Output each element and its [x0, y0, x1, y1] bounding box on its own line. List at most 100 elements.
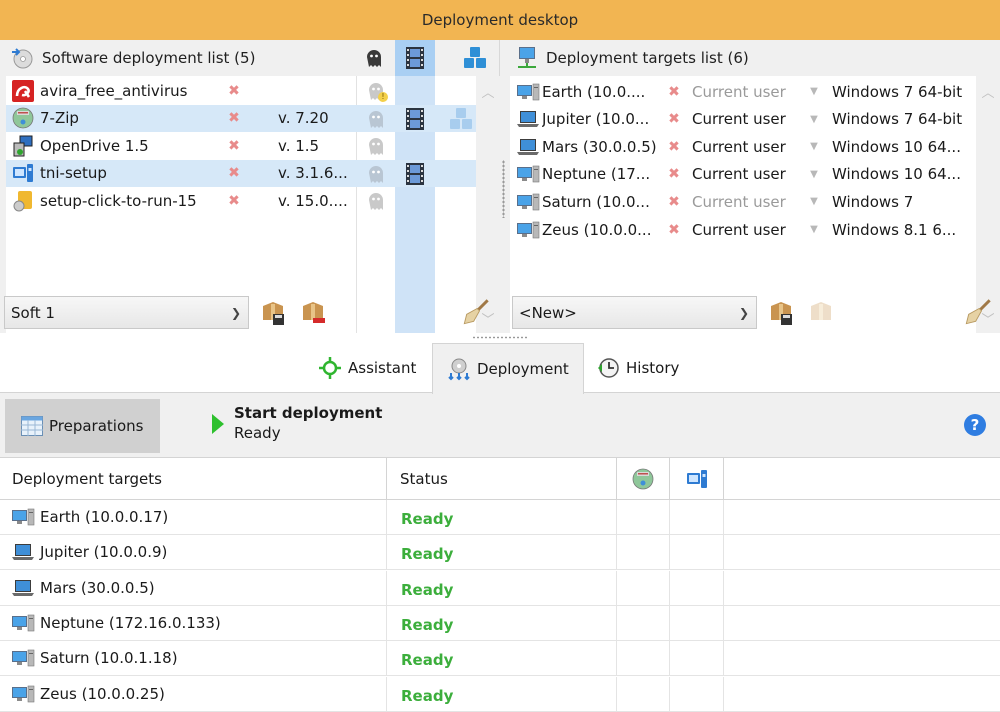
remove-icon[interactable]: ✖	[222, 138, 246, 154]
network-computer-icon	[516, 46, 538, 70]
target-user-select[interactable]: Current user	[692, 83, 800, 101]
remove-icon[interactable]: ✖	[660, 139, 688, 155]
remove-icon[interactable]: ✖	[660, 222, 688, 238]
target-list-item[interactable]: Jupiter (10.0... ✖ Current user ▼ Windows 7 …	[510, 106, 976, 133]
dropdown-arrow-icon[interactable]: ▼	[800, 86, 828, 97]
chevron-down-icon: ❯	[738, 305, 750, 320]
desktop-icon	[516, 192, 540, 212]
cubes-column-header[interactable]	[455, 40, 495, 76]
grid-row[interactable]: Earth (10.0.0.17) Ready	[0, 500, 1000, 535]
target-cell: Saturn (10.0.1.18)	[0, 641, 387, 676]
tab-deployment[interactable]: Deployment	[432, 343, 584, 394]
dropdown-arrow-icon[interactable]: ▼	[800, 114, 828, 125]
remove-icon[interactable]: ✖	[222, 193, 246, 209]
dropdown-arrow-icon[interactable]: ▼	[800, 196, 828, 207]
remove-icon[interactable]: ✖	[660, 166, 688, 182]
ghost-icon[interactable]	[366, 108, 386, 130]
film-toggle[interactable]	[405, 162, 425, 190]
clear-targets-list-button[interactable]	[964, 298, 994, 328]
column-header-targets-label: Deployment targets	[12, 469, 162, 488]
ghost-icon[interactable]	[366, 163, 386, 185]
cubes-toggle[interactable]	[449, 107, 473, 135]
column-header-targets[interactable]: Deployment targets	[0, 458, 387, 499]
ghost-icon[interactable]	[366, 190, 386, 212]
software-list-item[interactable]: setup-click-to-run-15 ✖ v. 15.0....	[6, 187, 476, 214]
dropdown-arrow-icon[interactable]: ▼	[800, 169, 828, 180]
preparations-label: Preparations	[49, 417, 144, 435]
dropdown-arrow-icon[interactable]: ▼	[800, 224, 828, 235]
start-deployment-button[interactable]: Start deployment Ready	[212, 404, 382, 442]
save-targets-preset-button[interactable]	[767, 298, 797, 328]
status-badge: Ready	[401, 651, 454, 670]
grid-row[interactable]: Saturn (10.0.1.18) Ready	[0, 641, 1000, 677]
ghost-icon	[366, 135, 386, 157]
film-toggle[interactable]	[405, 107, 425, 135]
remove-icon[interactable]: ✖	[222, 110, 246, 126]
remove-icon[interactable]: ✖	[222, 83, 246, 99]
vertical-splitter-handle[interactable]	[502, 160, 505, 218]
target-list-item[interactable]: Neptune (17... ✖ Current user ▼ Windows 10 6…	[510, 161, 976, 188]
save-preset-button[interactable]	[259, 298, 289, 328]
status-badge: Ready	[401, 615, 454, 634]
target-user-select[interactable]: Current user	[692, 221, 800, 239]
delete-preset-button[interactable]	[299, 298, 329, 328]
deployment-toolbar: Preparations Start deployment Ready ?	[0, 394, 1000, 457]
remove-icon[interactable]: ✖	[660, 84, 688, 100]
grid-row[interactable]: Neptune (172.16.0.133) Ready	[0, 605, 1000, 641]
ghost-icon[interactable]	[366, 135, 386, 157]
preparations-button[interactable]: Preparations	[5, 399, 160, 453]
remove-icon[interactable]: ✖	[660, 194, 688, 210]
software-list-item[interactable]: avira_free_antivirus ✖!	[6, 77, 476, 104]
status-cell: Ready	[387, 500, 617, 534]
target-list-item[interactable]: Earth (10.0.... ✖ Current user ▼ Windows 7 6…	[510, 78, 976, 105]
remove-icon[interactable]: ✖	[222, 165, 246, 181]
software-list-item[interactable]: 7-Zip ✖ v. 7.20	[6, 104, 476, 135]
targets-preset-select[interactable]: <New> ❯	[512, 296, 757, 329]
grid-row[interactable]: Jupiter (10.0.0.9) Ready	[0, 535, 1000, 571]
remove-icon[interactable]: ✖	[660, 111, 688, 127]
tab-history[interactable]: History	[596, 343, 679, 393]
target-user-select[interactable]: Current user	[692, 193, 800, 211]
delete-targets-preset-button[interactable]	[807, 298, 837, 328]
ghost-column-header[interactable]	[354, 40, 394, 76]
horizontal-splitter-handle[interactable]	[472, 336, 528, 339]
target-name: Jupiter (10.0.0.9)	[40, 543, 168, 562]
target-name: Saturn (10.0...	[542, 192, 650, 211]
grid-row[interactable]: Zeus (10.0.0.25) Ready	[0, 676, 1000, 712]
column-header-status[interactable]: Status	[387, 458, 617, 499]
status-badge: Ready	[401, 686, 454, 705]
laptop-icon	[516, 109, 540, 129]
target-user-select[interactable]: Current user	[692, 165, 800, 183]
target-os: Windows 7 64-bit	[832, 82, 963, 101]
desktop-icon	[11, 684, 35, 704]
status-cell: Ready	[387, 641, 617, 676]
ghost-icon[interactable]: !	[366, 80, 388, 102]
grid-row[interactable]: Mars (30.0.0.5) Ready	[0, 570, 1000, 606]
software-cell	[617, 605, 670, 640]
column-header-software[interactable]	[617, 458, 670, 499]
tab-assistant[interactable]: Assistant	[318, 343, 416, 393]
software-list-item[interactable]: OpenDrive 1.5 ✖ v. 1.5	[6, 132, 476, 159]
target-list-item[interactable]: Zeus (10.0.0... ✖ Current user ▼ Windows 8.1…	[510, 216, 976, 243]
target-name: Earth (10.0.0.17)	[40, 508, 169, 526]
target-list-item[interactable]: Saturn (10.0... ✖ Current user ▼ Windows 7	[510, 188, 976, 215]
status-badge: Ready	[401, 510, 454, 528]
software-list-item[interactable]: tni-setup ✖ v. 3.1.6...	[6, 159, 476, 190]
dropdown-arrow-icon[interactable]: ▼	[800, 141, 828, 152]
ghost-icon	[364, 47, 384, 69]
grid-header: Deployment targets Status	[0, 458, 1000, 500]
target-user-select[interactable]: Current user	[692, 110, 800, 128]
scroll-up-icon[interactable]: ︿	[976, 82, 1000, 102]
disc-icon	[632, 468, 654, 490]
help-icon[interactable]: ?	[964, 414, 986, 436]
column-header-computer[interactable]	[670, 458, 724, 499]
computer-cell	[670, 605, 724, 640]
clear-software-list-button[interactable]	[462, 298, 492, 328]
window-title-bar: Deployment desktop	[0, 0, 1000, 40]
target-list-item[interactable]: Mars (30.0.0.5) ✖ Current user ▼ Windows 10 …	[510, 133, 976, 160]
software-preset-select[interactable]: Soft 1 ❯	[4, 296, 249, 329]
software-cell	[617, 676, 670, 711]
film-column-header[interactable]	[395, 40, 435, 76]
scroll-up-icon[interactable]: ︿	[476, 82, 500, 102]
target-user-select[interactable]: Current user	[692, 138, 800, 156]
